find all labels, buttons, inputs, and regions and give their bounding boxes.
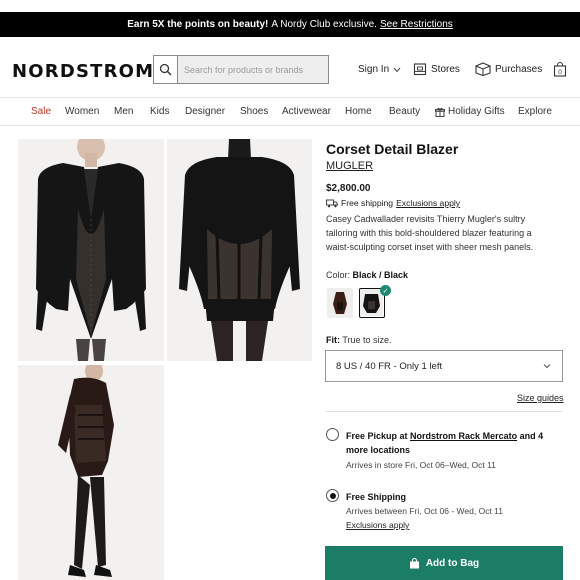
see-restrictions-link[interactable]: See Restrictions (380, 19, 453, 30)
stores-link[interactable]: Stores (413, 62, 460, 76)
nav-item-kids[interactable]: Kids (150, 106, 169, 117)
size-selected-value: 8 US / 40 FR - Only 1 left (336, 360, 443, 372)
product-image-front[interactable] (18, 139, 164, 361)
holiday-gifts-label: Holiday Gifts (448, 106, 505, 117)
color-value: Black / Black (352, 270, 409, 280)
nav-item-designer[interactable]: Designer (185, 106, 225, 117)
section-divider (326, 411, 562, 412)
nav-item-men[interactable]: Men (114, 106, 133, 117)
product-title: Corset Detail Blazer (326, 141, 459, 157)
stores-label: Stores (431, 63, 460, 75)
store-icon (413, 63, 427, 76)
shopping-bag-icon: 0 (553, 62, 567, 77)
nav-item-activewear[interactable]: Activewear (282, 106, 331, 117)
shipping-radio[interactable] (326, 489, 339, 502)
promo-text: A Nordy Club exclusive. (271, 19, 377, 30)
shopping-bag-icon (409, 557, 419, 568)
cart-count: 0 (558, 69, 562, 76)
pickup-arrival: Arrives in store Fri, Oct 06–Wed, Oct 11 (346, 460, 496, 470)
size-guides-link[interactable]: Size guides (517, 393, 564, 403)
cart-button[interactable]: 0 (553, 62, 567, 77)
sign-in-menu[interactable]: Sign In (358, 64, 401, 75)
pickup-prefix: Free Pickup at (346, 431, 408, 441)
truck-icon (326, 199, 338, 207)
purchases-link[interactable]: Purchases (475, 62, 542, 76)
nav-item-explore[interactable]: Explore (518, 106, 552, 117)
chevron-down-icon (543, 364, 551, 369)
fit-info: Fit: True to size. (326, 335, 392, 345)
color-label: Color: Black / Black (326, 270, 408, 280)
promo-banner: Earn 5X the points on beauty! A Nordy Cl… (0, 12, 580, 37)
product-image-back[interactable] (167, 139, 312, 361)
gift-icon (435, 107, 445, 117)
sign-in-label: Sign In (358, 64, 390, 75)
site-header: NORDSTROM Sign In Stores Purchases 0 (0, 37, 580, 97)
nav-item-shoes[interactable]: Shoes (240, 106, 268, 117)
fit-label: Fit: (326, 335, 340, 345)
pickup-option-label: Free Pickup at Nordstrom Rack Mercato an… (346, 429, 562, 457)
add-to-bag-button[interactable]: Add to Bag (325, 546, 563, 580)
search-icon[interactable] (154, 56, 178, 83)
purchases-label: Purchases (495, 63, 543, 75)
search-bar[interactable] (153, 55, 329, 84)
size-select[interactable]: 8 US / 40 FR - Only 1 left (325, 350, 563, 382)
nordstrom-logo[interactable]: NORDSTROM (12, 61, 154, 82)
top-spacer (0, 0, 580, 12)
free-shipping-note: Free shipping Exclusions apply (326, 198, 460, 208)
nav-item-holiday-gifts[interactable]: Holiday Gifts (435, 106, 505, 117)
promo-bold: Earn 5X the points on beauty! (127, 19, 269, 30)
search-input[interactable] (178, 64, 318, 75)
brand-link[interactable]: MUGLER (326, 160, 373, 172)
exclusions-apply-link[interactable]: Exclusions apply (396, 198, 460, 208)
nav-item-sale[interactable]: Sale (31, 106, 51, 117)
nav-item-women[interactable]: Women (65, 106, 99, 117)
pickup-radio[interactable] (326, 428, 339, 441)
product-price: $2,800.00 (326, 183, 371, 194)
add-to-bag-label: Add to Bag (425, 557, 480, 569)
free-shipping-label: Free shipping (341, 198, 394, 208)
selected-check-icon: ✓ (380, 285, 391, 296)
nav-item-home[interactable]: Home (345, 106, 372, 117)
chevron-down-icon (393, 67, 401, 72)
product-image-side[interactable] (18, 365, 164, 580)
fit-value: True to size. (342, 335, 392, 345)
box-icon (475, 62, 491, 76)
pickup-location-link[interactable]: Nordstrom Rack Mercato (410, 431, 517, 441)
product-description: Casey Cadwallader revisits Thierry Mugle… (326, 214, 534, 252)
shipping-arrival: Arrives between Fri, Oct 06 - Wed, Oct 1… (346, 506, 503, 516)
shipping-option-label: Free Shipping (346, 492, 407, 502)
shipping-exclusions-link[interactable]: Exclusions apply (346, 520, 409, 530)
nav-item-beauty[interactable]: Beauty (389, 106, 420, 117)
color-label-text: Color: (326, 270, 351, 280)
color-swatch-brown[interactable] (327, 288, 353, 318)
nav-divider (0, 125, 580, 126)
category-nav: Sale Women Men Kids Designer Shoes Activ… (0, 97, 580, 125)
